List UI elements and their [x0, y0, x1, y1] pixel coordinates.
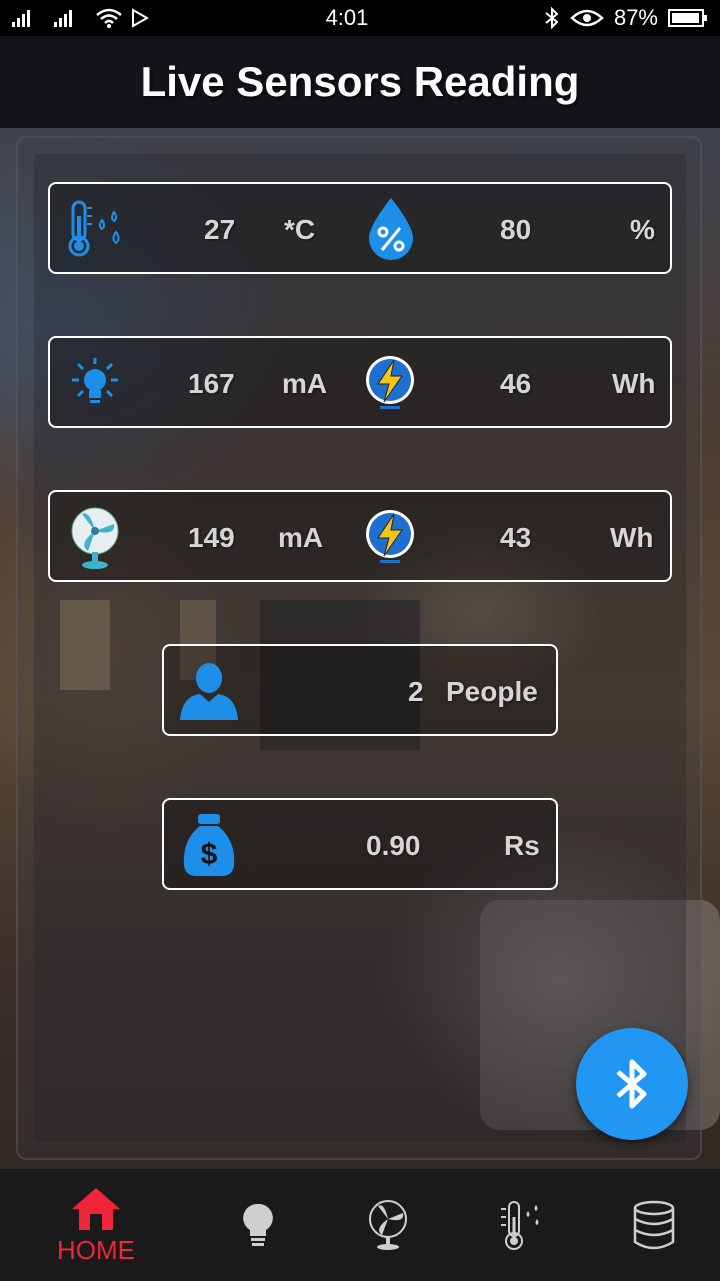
fan-current-value: 149	[188, 522, 235, 553]
signal-icon	[54, 10, 72, 27]
cost-value: 0.90	[366, 830, 421, 861]
status-left	[12, 8, 150, 28]
light-current-unit: mA	[282, 368, 328, 399]
humidity-unit: %	[630, 214, 655, 245]
temperature-unit: *C	[284, 214, 316, 245]
fan-card: 149 mA 43 Wh	[48, 490, 672, 582]
svg-text:$: $	[201, 838, 218, 871]
fan-nav-icon	[369, 1200, 407, 1250]
bulb-icon	[72, 358, 118, 403]
light-energy-value: 46	[500, 368, 532, 399]
energy-icon	[366, 510, 414, 563]
nav-home-label: HOME	[57, 1234, 135, 1265]
bottom-navigation: HOME	[0, 1168, 720, 1281]
nav-database[interactable]	[582, 1169, 720, 1281]
people-count: 2	[408, 676, 424, 707]
thermometer-nav-icon	[501, 1201, 539, 1250]
fan-icon	[71, 507, 119, 569]
light-energy-unit: Wh	[612, 368, 656, 399]
people-card: 2 People	[162, 644, 558, 736]
battery-icon	[668, 9, 707, 27]
bluetooth-status-icon	[545, 7, 559, 29]
nav-temperature[interactable]	[448, 1169, 592, 1281]
page-title: Live Sensors Reading	[140, 58, 580, 105]
light-card: 167 mA 46 Wh	[48, 336, 672, 428]
nav-lights[interactable]	[186, 1169, 330, 1281]
status-time: 4:01	[325, 5, 369, 30]
fan-energy-value: 43	[500, 522, 532, 553]
fan-current-unit: mA	[278, 522, 324, 553]
climate-card: 27 *C 80 %	[48, 182, 672, 274]
energy-icon	[366, 356, 414, 409]
signal-icon	[12, 10, 30, 27]
home-icon	[72, 1187, 120, 1230]
database-icon	[633, 1200, 675, 1250]
eye-icon	[570, 9, 604, 27]
humidity-icon	[369, 198, 413, 260]
nav-home[interactable]: HOME	[24, 1169, 168, 1281]
light-current-value: 167	[188, 368, 235, 399]
money-bag-icon: $	[183, 814, 235, 876]
nav-fan[interactable]	[316, 1169, 460, 1281]
humidity-value: 80	[500, 214, 532, 245]
status-bar: 4:01 87%	[0, 0, 720, 36]
bulb-nav-icon	[243, 1203, 273, 1246]
temperature-value: 27	[204, 214, 236, 245]
people-label: People	[446, 676, 538, 707]
bluetooth-button[interactable]	[576, 1028, 688, 1140]
temperature-icon	[68, 200, 120, 257]
app-header: Live Sensors Reading	[0, 36, 720, 128]
bluetooth-icon	[616, 1059, 647, 1109]
person-icon	[180, 663, 238, 720]
status-right: 87%	[544, 5, 708, 31]
cost-card: $ 0.90 Rs	[162, 798, 558, 890]
wifi-icon	[96, 8, 122, 28]
battery-percent: 87%	[613, 5, 658, 30]
cost-unit: Rs	[504, 830, 540, 861]
fan-energy-unit: Wh	[610, 522, 654, 553]
play-store-icon	[132, 8, 150, 28]
